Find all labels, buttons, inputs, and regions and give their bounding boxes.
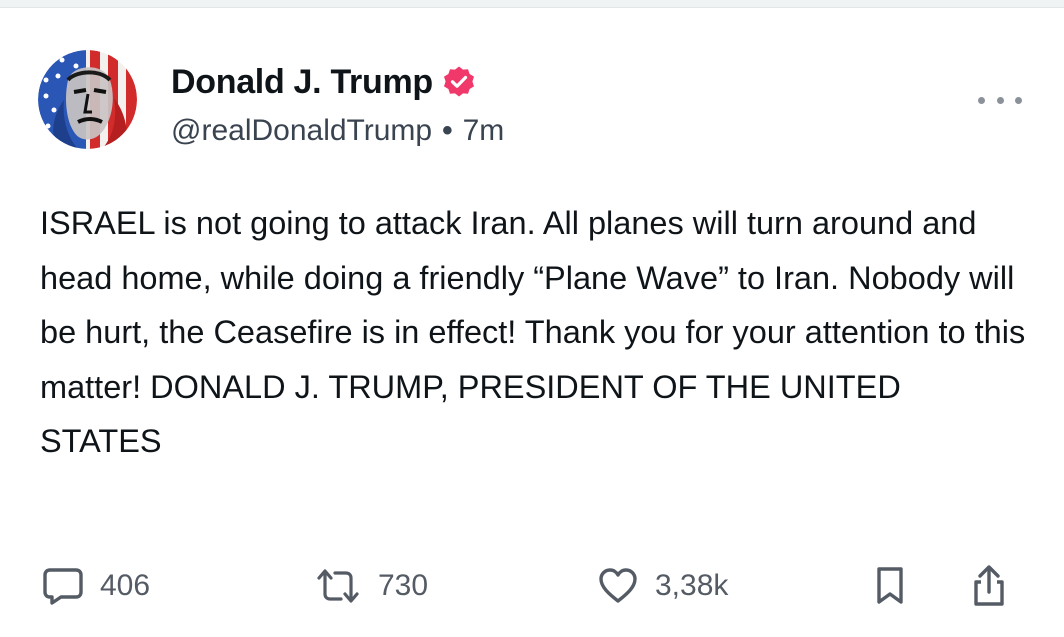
reply-button[interactable]: 406 — [42, 560, 150, 612]
like-count: 3,38k — [655, 569, 729, 602]
author-handle[interactable]: @realDonaldTrump — [171, 114, 432, 148]
reply-count: 406 — [100, 569, 151, 602]
author-avatar[interactable] — [38, 50, 137, 149]
repost-button[interactable]: 730 — [314, 560, 428, 612]
more-dot-icon — [978, 96, 985, 104]
post-text: ISRAEL is not going to attack Iran. All … — [40, 205, 1026, 459]
bookmark-button[interactable] — [873, 560, 907, 612]
reply-icon — [43, 568, 83, 605]
share-icon — [974, 565, 1004, 606]
share-button[interactable] — [970, 560, 1008, 612]
author-display-name[interactable]: Donald J. Trump — [171, 63, 433, 102]
more-dot-icon — [1015, 96, 1022, 104]
heart-icon — [599, 568, 637, 603]
like-button[interactable]: 3,38k — [597, 560, 728, 612]
author-handle-row: @realDonaldTrump • 7m — [171, 111, 504, 151]
meta-separator: • — [442, 114, 453, 147]
repost-count: 730 — [378, 569, 429, 602]
author-name-row: Donald J. Trump — [171, 59, 476, 105]
repost-icon — [317, 569, 359, 603]
post-timestamp[interactable]: 7m — [463, 114, 505, 148]
verified-badge-icon — [442, 65, 476, 99]
top-divider — [0, 0, 1064, 8]
more-options-button[interactable] — [978, 88, 1022, 112]
post-actions-bar: 406 730 3,38k — [0, 560, 1064, 612]
bookmark-icon — [877, 567, 903, 604]
more-dot-icon — [996, 96, 1004, 104]
avatar-portrait-flag-icon — [38, 50, 137, 149]
